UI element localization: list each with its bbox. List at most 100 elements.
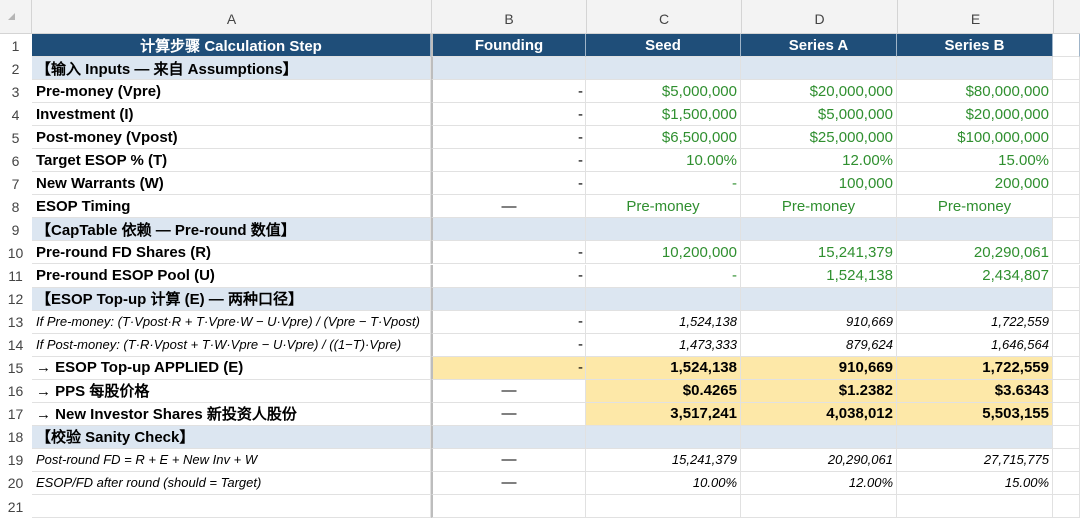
cell-f[interactable] [1053,218,1080,242]
cell-d[interactable] [741,425,897,449]
cell-e[interactable]: 20,290,061 [897,241,1053,265]
cell-c[interactable] [586,57,741,81]
cell-a[interactable]: → PPS 每股价格 [32,379,431,403]
cell-b[interactable]: - [431,149,586,173]
cell-b[interactable]: - [431,172,586,196]
cell-d[interactable] [741,495,897,518]
cell-f[interactable] [1053,471,1080,495]
cell-f[interactable] [1053,57,1080,81]
select-all-corner[interactable] [0,0,32,33]
cell-b[interactable] [431,57,586,81]
column-header-c[interactable]: C [587,0,742,33]
cell-d[interactable]: 15,241,379 [741,241,897,265]
cell-e[interactable] [897,495,1053,518]
cell-a[interactable]: Pre-round FD Shares (R) [32,241,431,265]
row-number[interactable]: 19 [0,449,31,472]
row-number[interactable]: 14 [0,334,31,357]
cell-c[interactable]: 10,200,000 [586,241,741,265]
column-header-e[interactable]: E [898,0,1054,33]
cell-b[interactable] [431,495,586,518]
cell-e[interactable] [897,218,1053,242]
cell-f[interactable] [1053,287,1080,311]
cell-e[interactable]: $80,000,000 [897,80,1053,104]
cell-a[interactable]: 【ESOP Top-up 计算 (E) — 两种口径】 [32,287,431,311]
row-number[interactable]: 6 [0,149,31,172]
cell-a[interactable]: ESOP/FD after round (should = Target) [32,471,431,495]
cell-c[interactable]: $0.4265 [586,379,741,403]
cell-e[interactable]: $3.6343 [897,379,1053,403]
cell-b[interactable] [431,287,586,311]
row-number[interactable]: 4 [0,103,31,126]
cell-d[interactable]: 100,000 [741,172,897,196]
cell-e[interactable]: 1,646,564 [897,333,1053,357]
cell-e[interactable]: 5,503,155 [897,402,1053,426]
cell-a[interactable]: If Post-money: (T·R·Vpost + T·W·Vpre − U… [32,333,431,357]
cell-f[interactable] [1053,402,1080,426]
cell-d[interactable]: 12.00% [741,149,897,173]
cell-f[interactable] [1053,310,1080,334]
cell-d[interactable]: $25,000,000 [741,126,897,150]
cell-d[interactable]: 1,524,138 [741,264,897,288]
cell-c[interactable]: $5,000,000 [586,80,741,104]
row-number[interactable]: 12 [0,288,31,311]
cell-f[interactable] [1053,34,1080,58]
cell-c[interactable]: 10.00% [586,471,741,495]
cell-c[interactable]: 3,517,241 [586,402,741,426]
cell-a[interactable]: Target ESOP % (T) [32,149,431,173]
cell-a[interactable]: 【CapTable 依赖 — Pre-round 数值】 [32,218,431,242]
row-number[interactable]: 18 [0,426,31,449]
cell-a[interactable]: Investment (I) [32,103,431,127]
cell-c[interactable] [586,495,741,518]
cell-a[interactable]: If Pre-money: (T·Vpost·R + T·Vpre·W − U·… [32,310,431,334]
cell-e[interactable]: 2,434,807 [897,264,1053,288]
header-cell-e[interactable]: Series B [897,34,1053,58]
cell-e[interactable] [897,287,1053,311]
cell-e[interactable]: Pre-money [897,195,1053,219]
cell-f[interactable] [1053,448,1080,472]
cell-b[interactable]: — [431,379,586,403]
cell-c[interactable]: 15,241,379 [586,448,741,472]
cell-f[interactable] [1053,149,1080,173]
cell-e[interactable]: $20,000,000 [897,103,1053,127]
cell-d[interactable]: $20,000,000 [741,80,897,104]
cell-d[interactable]: $1.2382 [741,379,897,403]
cell-e[interactable]: 1,722,559 [897,356,1053,380]
cell-a[interactable]: → New Investor Shares 新投资人股份 [32,402,431,426]
cell-a[interactable]: ESOP Timing [32,195,431,219]
row-number[interactable]: 11 [0,265,31,288]
cell-c[interactable]: $6,500,000 [586,126,741,150]
cell-d[interactable]: 12.00% [741,471,897,495]
cell-b[interactable]: - [431,264,586,288]
cell-d[interactable]: 910,669 [741,356,897,380]
cell-d[interactable]: $5,000,000 [741,103,897,127]
cell-e[interactable]: 15.00% [897,471,1053,495]
cell-b[interactable]: - [431,103,586,127]
row-number[interactable]: 2 [0,57,31,80]
cell-b[interactable]: - [431,80,586,104]
cell-f[interactable] [1053,264,1080,288]
cell-a[interactable]: Post-round FD = R + E + New Inv + W [32,448,431,472]
cell-d[interactable] [741,218,897,242]
cell-d[interactable]: 20,290,061 [741,448,897,472]
cell-b[interactable]: - [431,333,586,357]
row-number[interactable]: 9 [0,218,31,241]
cell-a[interactable]: 【输入 Inputs — 来自 Assumptions】 [32,57,431,81]
cell-e[interactable] [897,57,1053,81]
row-number[interactable]: 13 [0,311,31,334]
header-cell-d[interactable]: Series A [741,34,897,58]
cell-c[interactable]: - [586,264,741,288]
cell-d[interactable]: 910,669 [741,310,897,334]
row-number[interactable]: 17 [0,403,31,426]
cell-c[interactable]: 1,524,138 [586,356,741,380]
cell-e[interactable] [897,425,1053,449]
row-number[interactable]: 1 [0,34,31,57]
cell-a[interactable]: New Warrants (W) [32,172,431,196]
cell-d[interactable]: Pre-money [741,195,897,219]
cell-f[interactable] [1053,425,1080,449]
cell-f[interactable] [1053,356,1080,380]
cell-f[interactable] [1053,195,1080,219]
cell-c[interactable]: 1,473,333 [586,333,741,357]
row-number[interactable]: 5 [0,126,31,149]
cell-c[interactable]: Pre-money [586,195,741,219]
cell-f[interactable] [1053,103,1080,127]
